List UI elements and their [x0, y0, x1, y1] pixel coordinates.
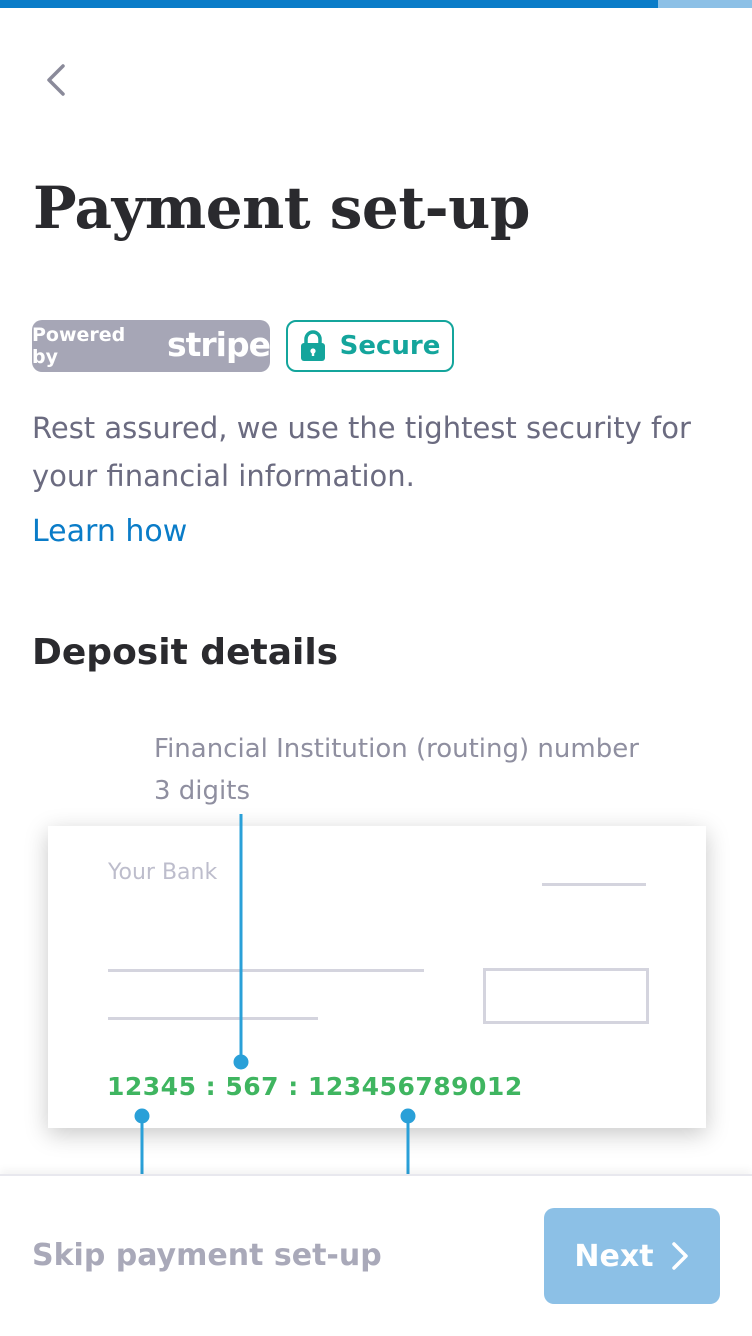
- stripe-logo: stripe: [166, 324, 271, 364]
- cheque-amount-box: [483, 968, 649, 1024]
- cheque-date-line: [542, 883, 646, 886]
- progress-bar-fill: [0, 0, 658, 8]
- next-button-label: Next: [574, 1238, 654, 1274]
- cheque-bank-name: Your Bank: [108, 860, 218, 885]
- deposit-details-heading: Deposit details: [32, 632, 339, 673]
- chevron-left-icon: [47, 64, 65, 96]
- cheque-micr-numbers: 12345 : 567 : 123456789012: [107, 1072, 523, 1101]
- progress-bar: [0, 0, 752, 8]
- page-title: Payment set-up: [33, 174, 530, 242]
- routing-number-label: Financial Institution (routing) number 3…: [154, 728, 724, 812]
- cheque-memo-line: [108, 1017, 318, 1020]
- sample-cheque-illustration: Your Bank 12345 : 567 : 123456789012: [48, 826, 706, 1128]
- back-button[interactable]: [34, 56, 78, 104]
- chevron-right-icon: [671, 1242, 688, 1270]
- routing-number-digits-hint: 3 digits: [154, 776, 251, 806]
- cheque-payee-line: [108, 969, 424, 972]
- lock-icon: [300, 330, 325, 361]
- security-description: Rest assured, we use the tightest securi…: [32, 411, 691, 493]
- routing-number-label-text: Financial Institution (routing) number: [154, 734, 639, 764]
- skip-payment-button[interactable]: Skip payment set-up: [32, 1238, 382, 1273]
- powered-by-label: Powered by: [32, 324, 126, 368]
- secure-label: Secure: [339, 331, 441, 361]
- learn-how-link[interactable]: Learn how: [32, 514, 187, 549]
- next-button[interactable]: Next: [544, 1208, 720, 1304]
- secure-badge: Secure: [286, 320, 454, 372]
- powered-by-stripe-badge: Powered by stripe: [32, 320, 271, 372]
- bottom-action-bar: Skip payment set-up Next: [0, 1174, 752, 1336]
